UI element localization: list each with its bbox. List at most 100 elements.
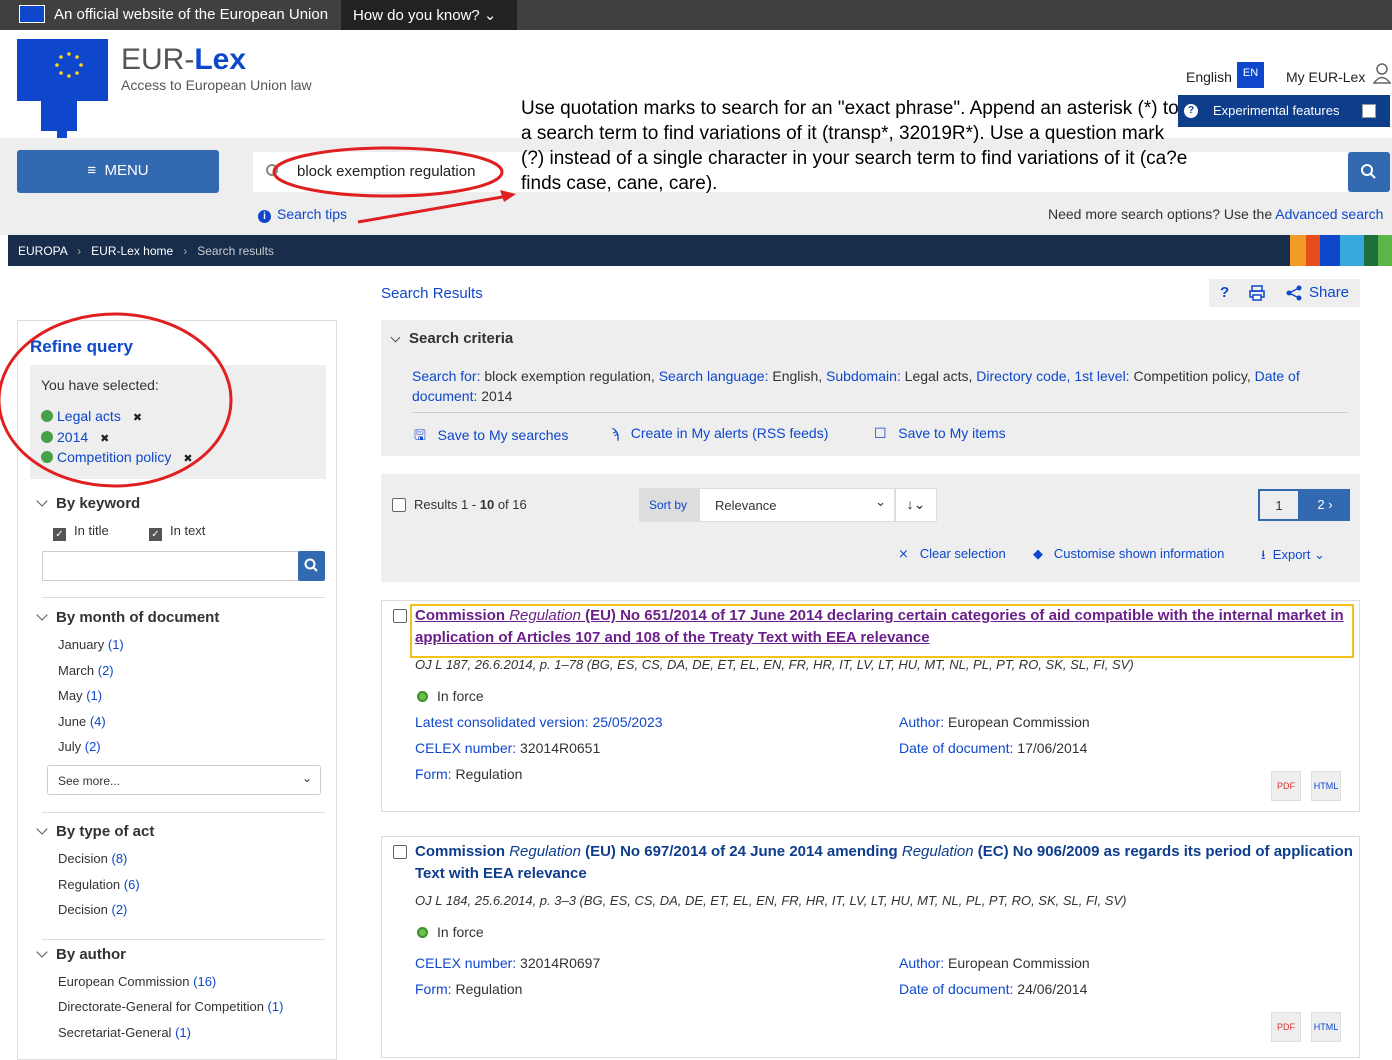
save-to-my-items-button[interactable]: ☐ Save to My items (874, 425, 1006, 442)
check-icon (41, 431, 53, 443)
breadcrumb-home[interactable]: EUR-Lex home (91, 244, 173, 258)
filter-item[interactable]: Regulation (6) (58, 877, 140, 892)
filter-item[interactable]: May (1) (58, 688, 102, 703)
experimental-checkbox[interactable] (1362, 104, 1376, 118)
breadcrumb-europa[interactable]: EUROPA (18, 244, 67, 258)
search-button[interactable] (1348, 152, 1390, 192)
filter-item[interactable]: Decision (2) (58, 902, 127, 917)
remove-icon[interactable]: ✖ (183, 453, 192, 465)
month-filter-toggle[interactable]: By month of document (36, 609, 219, 626)
sort-direction-button[interactable]: ↓⌄ (895, 488, 937, 522)
filter-item[interactable]: Decision (8) (58, 851, 127, 866)
advanced-search-prompt: Need more search options? Use the Advanc… (1048, 206, 1384, 222)
check-icon (41, 451, 53, 463)
result-title-link[interactable]: Commission Regulation (EU) No 697/2014 o… (415, 841, 1355, 885)
refine-query-panel: Refine query You have selected: Legal ac… (17, 320, 337, 1060)
eu-flag-icon (19, 5, 45, 23)
select-all-checkbox[interactable] (392, 498, 406, 512)
save-icon: 🖫 (414, 427, 426, 443)
create-alert-button[interactable]: ϡ Create in My alerts (RSS feeds) (611, 425, 828, 441)
sort-select[interactable]: Relevance ⌄ (699, 488, 895, 522)
form: Form: Regulation (415, 766, 523, 782)
print-icon[interactable] (1249, 285, 1265, 301)
menu-button[interactable]: ≡ MENU (17, 150, 219, 193)
date-of-document: Date of document: 17/06/2014 (899, 740, 1088, 756)
oj-reference: OJ L 184, 25.6.2014, p. 3–3 (BG, ES, CS,… (415, 893, 1127, 908)
experimental-features-toggle[interactable]: ? Experimental features (1178, 95, 1390, 127)
in-text-checkbox[interactable]: ✓ In text (149, 523, 205, 541)
search-criteria-panel: Search criteria Search for: block exempt… (381, 320, 1360, 456)
search-icon (304, 558, 318, 572)
site-title: EUR-Lex (121, 43, 247, 76)
html-icon[interactable]: HTML (1311, 771, 1341, 801)
search-tip-annotation: Use quotation marks to search for an "ex… (521, 98, 1188, 194)
chevron-down-icon[interactable] (390, 332, 401, 343)
author-filter-toggle[interactable]: By author (36, 946, 126, 963)
chevron-down-icon (36, 609, 48, 621)
advanced-search-link[interactable]: Advanced search (1275, 206, 1383, 222)
filter-item[interactable]: July (2) (58, 739, 101, 754)
result-checkbox[interactable] (393, 845, 407, 859)
how-do-you-know-toggle[interactable]: How do you know? ⌄ (341, 0, 517, 30)
oj-reference: OJ L 187, 26.6.2014, p. 1–78 (BG, ES, CS… (415, 657, 1134, 672)
page-2-button[interactable]: 2 › (1300, 489, 1350, 521)
user-icon[interactable] (1373, 62, 1391, 84)
share-button[interactable]: Share (1309, 284, 1349, 301)
customise-info-button[interactable]: ◆ Customise shown information (1033, 546, 1224, 562)
download-icon: ⭳ (1261, 547, 1266, 562)
search-tips-link[interactable]: i Search tips (258, 206, 347, 223)
check-icon (41, 410, 53, 422)
search-criteria-summary: Search for: block exemption regulation, … (412, 368, 1300, 404)
result-item: Commission Regulation (EU) No 651/2014 o… (381, 600, 1360, 812)
chevron-down-icon: ⌄ (483, 7, 497, 24)
selected-filter[interactable]: Competition policy ✖ (41, 449, 193, 465)
filter-item[interactable]: March (2) (58, 663, 114, 678)
page-1-button[interactable]: 1 (1258, 489, 1300, 521)
selected-filter[interactable]: 2014 ✖ (41, 429, 109, 445)
sort-arrow-icon: ↓⌄ (906, 496, 926, 512)
keyword-filter-toggle[interactable]: By keyword (36, 495, 140, 512)
form: Form: Regulation (415, 981, 523, 997)
type-filter-toggle[interactable]: By type of act (36, 823, 154, 840)
pdf-icon[interactable]: PDF (1271, 771, 1301, 801)
export-button[interactable]: ⭳ Export ⌄ (1261, 546, 1325, 568)
remove-icon[interactable]: ✖ (133, 412, 142, 424)
consolidated-version: Latest consolidated version: 25/05/2023 (415, 714, 663, 730)
consolidated-version-link[interactable]: 25/05/2023 (592, 714, 662, 730)
results-toolbar: Results 1 - 10 of 16 Sort by Relevance ⌄ … (381, 474, 1360, 582)
my-eurlex-link[interactable]: My EUR-Lex (1286, 69, 1365, 85)
filter-item[interactable]: European Commission (16) (58, 974, 216, 989)
chevron-down-icon: ⌄ (301, 771, 312, 785)
search-criteria-title[interactable]: Search criteria (409, 330, 513, 347)
share-icon[interactable] (1286, 285, 1302, 301)
result-title-link[interactable]: Commission Regulation (EU) No 651/2014 o… (415, 605, 1355, 649)
official-website-text: An official website of the European Unio… (54, 6, 329, 23)
keyword-search-button[interactable] (298, 551, 325, 581)
selected-filters: You have selected: Legal acts ✖ 2014 ✖ Com… (30, 365, 326, 479)
date-of-document: Date of document: 24/06/2014 (899, 981, 1088, 997)
filter-item[interactable]: Directorate-General for Competition (1) (58, 999, 283, 1014)
html-icon[interactable]: HTML (1311, 1012, 1341, 1042)
chevron-down-icon: ⌄ (875, 494, 886, 509)
filter-item[interactable]: June (4) (58, 714, 106, 729)
remove-icon[interactable]: ✖ (100, 433, 109, 445)
status-badge: In force (415, 688, 484, 704)
save-to-my-searches-button[interactable]: 🖫 Save to My searches (414, 425, 568, 449)
see-more-select[interactable]: See more... ⌄ (47, 765, 321, 795)
chevron-down-icon (36, 495, 48, 507)
pdf-icon[interactable]: PDF (1271, 1012, 1301, 1042)
author: Author: European Commission (899, 955, 1090, 971)
language-code-badge[interactable]: EN (1237, 62, 1264, 88)
filter-item[interactable]: Secretariat-General (1) (58, 1025, 191, 1040)
clear-selection-button[interactable]: ⨯ Clear selection (898, 546, 1006, 562)
chevron-down-icon (36, 946, 48, 958)
keyword-input[interactable] (42, 551, 300, 581)
language-selector[interactable]: English (1186, 69, 1232, 85)
in-title-checkbox[interactable]: ✓ In title (53, 523, 109, 541)
help-button[interactable]: ? (1220, 284, 1229, 301)
filter-item[interactable]: January (1) (58, 637, 124, 652)
status-dot-icon (417, 691, 428, 702)
selected-filter[interactable]: Legal acts ✖ (41, 408, 142, 424)
result-checkbox[interactable] (393, 609, 407, 623)
chevron-down-icon: ⌄ (1314, 547, 1325, 562)
